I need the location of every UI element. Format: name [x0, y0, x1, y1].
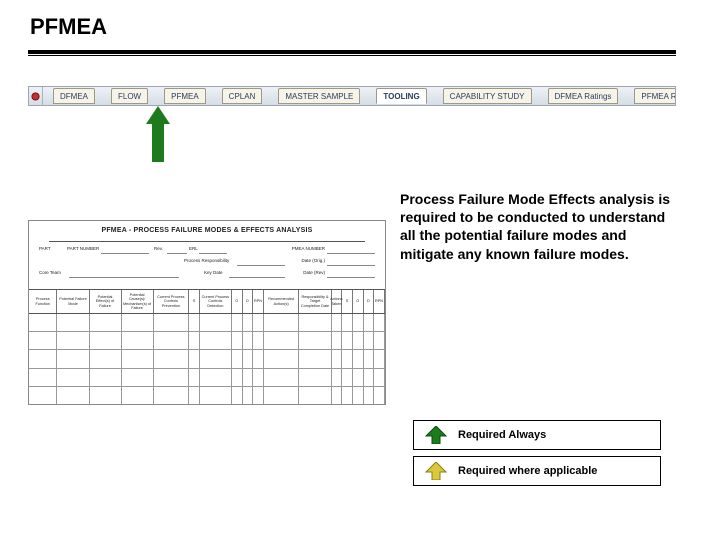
record-nav-icon[interactable]	[29, 87, 43, 105]
lbl-date-orig: Date (Orig.)	[301, 258, 325, 263]
tab-capability-study[interactable]: CAPABILITY STUDY	[443, 88, 532, 104]
col-process-function: Process Function	[29, 290, 57, 313]
legend-always-label: Required Always	[458, 429, 546, 441]
col-rpn: RPN	[253, 290, 264, 313]
col-rpn2: RPN	[374, 290, 385, 313]
lbl-erl: ERL	[189, 246, 198, 251]
lbl-part-number: PART NUMBER	[67, 246, 99, 251]
lbl-rev: Rev.	[154, 246, 163, 251]
arrow-up-yellow-icon	[424, 462, 448, 480]
tab-dfmea[interactable]: DFMEA	[53, 88, 95, 104]
table-row	[29, 369, 385, 387]
tab-pfmea-ratings[interactable]: PFMEA Ratings	[634, 88, 675, 104]
lbl-date-rev: Date (Rev)	[303, 270, 325, 275]
legend: Required Always Required where applicabl…	[413, 420, 661, 492]
table-row	[29, 387, 385, 404]
col-controls-det: Current Process Controls Detection	[200, 290, 232, 313]
lbl-part: PART	[39, 246, 51, 251]
col-d2: D	[364, 290, 375, 313]
tab-master-sample[interactable]: MASTER SAMPLE	[278, 88, 360, 104]
table-row	[29, 314, 385, 332]
worksheet-tab-strip: DFMEA FLOW PFMEA CPLAN MASTER SAMPLE TOO…	[28, 86, 676, 106]
col-failure-mode: Potential Failure Mode	[57, 290, 89, 313]
tab-pfmea[interactable]: PFMEA	[164, 88, 206, 104]
form-header-block: PART PART NUMBER Rev. ERL PMEA NUMBER Pr…	[39, 246, 375, 286]
tab-flow[interactable]: FLOW	[111, 88, 148, 104]
tab-cplan[interactable]: CPLAN	[222, 88, 263, 104]
lbl-process-resp: Process Responsibility	[184, 258, 229, 263]
callout-arrow-icon	[146, 106, 170, 124]
col-responsibility: Responsibility & Target Completion Date	[299, 290, 331, 313]
col-causes: Potential Cause(s)/ Mechanism(s) of Fail…	[122, 290, 154, 313]
col-controls-prev: Current Process Controls Prevention	[154, 290, 190, 313]
table-row	[29, 332, 385, 350]
title-rule	[28, 50, 676, 56]
col-s2: S	[342, 290, 353, 313]
col-actions-taken: Actions Taken	[332, 290, 343, 313]
col-o: O	[232, 290, 243, 313]
legend-applicable-label: Required where applicable	[458, 465, 597, 477]
col-d: D	[243, 290, 254, 313]
grid-header-row: Process Function Potential Failure Mode …	[29, 290, 385, 314]
table-row	[29, 350, 385, 368]
arrow-up-green-icon	[424, 426, 448, 444]
col-o2: O	[353, 290, 364, 313]
tab-tooling[interactable]: TOOLING	[376, 88, 426, 104]
page-title: PFMEA	[30, 14, 107, 40]
lbl-key-date: Key Date	[204, 270, 223, 275]
col-s: S	[189, 290, 200, 313]
tab-row: DFMEA FLOW PFMEA CPLAN MASTER SAMPLE TOO…	[43, 87, 675, 105]
lbl-pmea-number: PMEA NUMBER	[292, 246, 325, 251]
pfmea-grid: Process Function Potential Failure Mode …	[29, 289, 385, 404]
lbl-core-team: Core Team	[39, 270, 61, 275]
description-text: Process Failure Mode Effects analysis is…	[400, 190, 680, 263]
col-recommended: Recommended Action(s)	[264, 290, 300, 313]
pfmea-form-preview: PFMEA - PROCESS FAILURE MODES & EFFECTS …	[28, 220, 386, 405]
tab-dfmea-ratings[interactable]: DFMEA Ratings	[548, 88, 619, 104]
grid-body	[29, 314, 385, 404]
legend-required-always: Required Always	[413, 420, 661, 450]
col-effects: Potential Effect(s) of Failure	[90, 290, 122, 313]
form-title: PFMEA - PROCESS FAILURE MODES & EFFECTS …	[29, 227, 385, 234]
legend-required-where-applicable: Required where applicable	[413, 456, 661, 486]
